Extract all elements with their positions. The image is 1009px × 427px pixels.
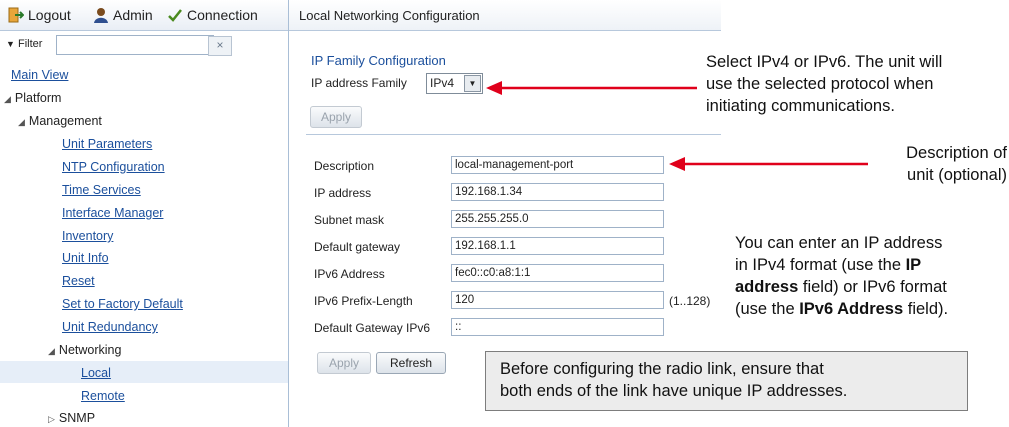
description-note: Description of unit (optional) bbox=[906, 144, 1007, 184]
ip-format-note: You can enter an IP address in IPv4 form… bbox=[735, 234, 949, 318]
arrow-ip-family bbox=[486, 81, 697, 95]
unique-ip-callout: Before configuring the radio link, ensur… bbox=[485, 351, 968, 411]
arrow-description bbox=[669, 157, 868, 171]
ip-family-note: Select IPv4 or IPv6. The unit will use t… bbox=[706, 53, 943, 115]
